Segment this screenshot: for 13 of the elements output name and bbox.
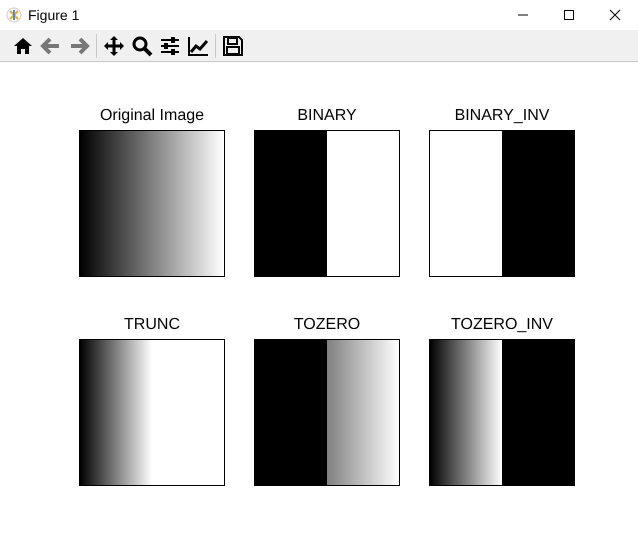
- window-title: Figure 1: [28, 6, 80, 25]
- subplot-title: BINARY_INV: [454, 106, 550, 126]
- sliders-icon[interactable]: [159, 34, 181, 56]
- search-icon[interactable]: [131, 34, 153, 56]
- save-icon[interactable]: [222, 34, 244, 56]
- subplot-title: TRUNC: [124, 315, 180, 335]
- app-icon: [6, 7, 22, 23]
- line-chart-icon[interactable]: [187, 34, 209, 56]
- subplot-title: BINARY: [297, 106, 357, 126]
- subplot-title: TOZERO: [294, 315, 360, 335]
- subplot-title: TOZERO_INV: [451, 315, 553, 335]
- move-icon[interactable]: [103, 34, 125, 56]
- subplot-title: Original Image: [100, 106, 204, 126]
